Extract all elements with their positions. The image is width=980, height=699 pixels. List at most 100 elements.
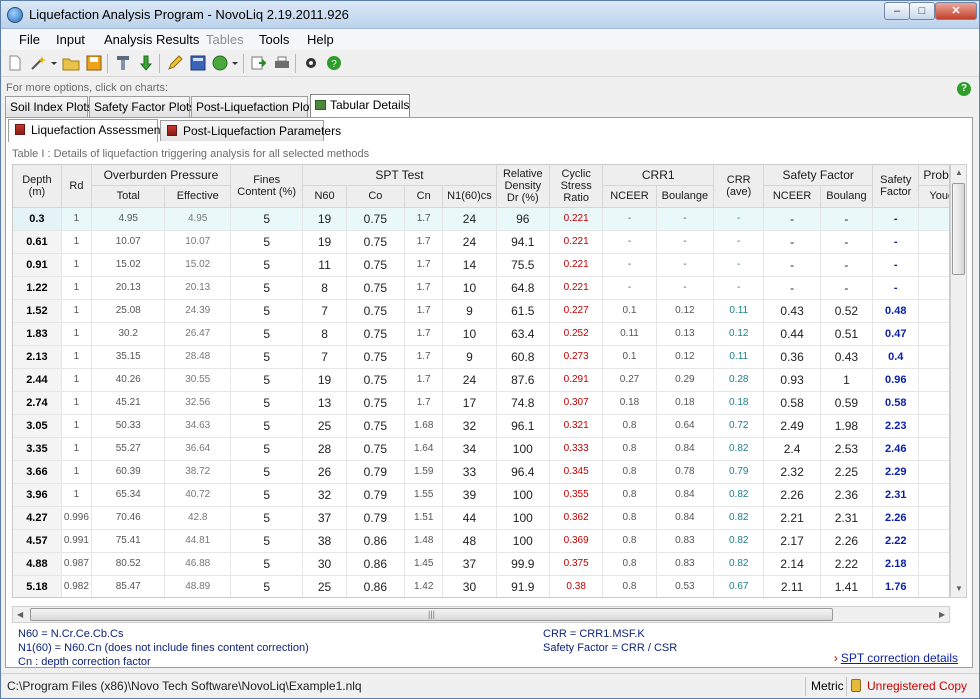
cell-crr1-ncer[interactable]: - bbox=[602, 253, 657, 277]
cell-rd[interactable]: 1 bbox=[61, 253, 93, 277]
minimize-button[interactable]: – bbox=[884, 2, 910, 20]
header-youd[interactable]: Youd bbox=[918, 185, 949, 208]
cell-crr-ave[interactable]: 0.82 bbox=[713, 529, 765, 553]
cell-crr1-ncer[interactable]: 0.8 bbox=[602, 506, 657, 530]
cell-youd[interactable] bbox=[918, 276, 949, 300]
vertical-scroll-thumb[interactable] bbox=[952, 183, 965, 275]
cell-youd[interactable] bbox=[918, 253, 949, 277]
cell-csr[interactable]: 0.362 bbox=[549, 506, 604, 530]
cell-youd[interactable]: 5 bbox=[918, 299, 949, 323]
cell-sf-ncer[interactable]: 2.11 bbox=[763, 575, 821, 597]
cell-crr1-boulanger[interactable]: - bbox=[656, 230, 715, 254]
cell-n60[interactable]: 19 bbox=[302, 368, 347, 392]
cell-cn[interactable]: 1.64 bbox=[404, 437, 444, 461]
cell-crr1-ncer[interactable]: 0.8 bbox=[602, 437, 657, 461]
cell-sf-boulanger[interactable]: 2.25 bbox=[820, 460, 874, 484]
header-depth[interactable]: Depth (m) bbox=[13, 165, 62, 208]
scroll-up-arrow-icon[interactable]: ▲ bbox=[955, 168, 963, 178]
cell-sf-ncer[interactable]: - bbox=[763, 230, 821, 254]
cell-sf-ncer[interactable]: 2.49 bbox=[763, 414, 821, 438]
cell-csr[interactable]: 0.221 bbox=[549, 276, 604, 300]
cell-dr[interactable]: 100 bbox=[496, 506, 550, 530]
cell-rd[interactable]: 1 bbox=[61, 414, 93, 438]
cell-n160cs[interactable]: 34 bbox=[442, 437, 497, 461]
cell-safety-factor[interactable]: 2.23 bbox=[872, 414, 920, 438]
cell-n60[interactable]: 13 bbox=[302, 391, 347, 415]
cell-csr[interactable]: 0.345 bbox=[549, 460, 604, 484]
table-row[interactable]: 0.3 1 4.95 4.95 5 19 0.75 1.7 24 96 0.221- - - - - - bbox=[13, 207, 949, 231]
cell-sf-boulanger[interactable]: - bbox=[820, 230, 874, 254]
cell-depth[interactable]: 2.13 bbox=[13, 345, 62, 369]
cell-sf-boulanger[interactable]: 0.52 bbox=[820, 299, 874, 323]
cell-crr1-boulanger[interactable]: 0.78 bbox=[656, 460, 715, 484]
cell-effective[interactable]: 38.72 bbox=[164, 460, 231, 484]
table-row[interactable]: 3.35 1 55.27 36.64 5 28 0.75 1.64 34 100 0.333 0.8 0… bbox=[13, 437, 949, 461]
cell-fines[interactable]: 5 bbox=[230, 368, 304, 392]
cell-total[interactable]: 45.21 bbox=[91, 391, 166, 415]
table-row[interactable]: 5.18 0.982 85.47 48.89 5 25 0.86 1.42 30 91.9 0.38… bbox=[13, 575, 949, 597]
cell-safety-factor[interactable]: - bbox=[872, 276, 920, 300]
cell-crr1-ncer[interactable]: 0.8 bbox=[602, 552, 657, 576]
calculator-icon[interactable] bbox=[189, 54, 207, 72]
header-effective[interactable]: Effective bbox=[164, 185, 231, 208]
cell-co[interactable]: 0.75 bbox=[346, 322, 406, 346]
cell-total[interactable]: 60.39 bbox=[91, 460, 166, 484]
cell-effective[interactable]: 34.63 bbox=[164, 414, 231, 438]
menu-file[interactable]: File bbox=[19, 32, 40, 47]
cell-total[interactable]: 85.47 bbox=[91, 575, 166, 597]
tab-safety-factor-plots[interactable]: Safety Factor Plots bbox=[89, 96, 195, 117]
cell-n160cs[interactable]: 32 bbox=[442, 414, 497, 438]
cell-rd[interactable]: 1 bbox=[61, 345, 93, 369]
table-row[interactable]: 0.61 1 10.07 10.07 5 19 0.75 1.7 24 94.1 0.221- - - -… bbox=[13, 230, 949, 254]
header-relative-density[interactable]: Relative Density Dr (%) bbox=[496, 165, 550, 208]
cell-crr-ave[interactable]: 0.79 bbox=[713, 460, 765, 484]
cell-csr[interactable]: 0.273 bbox=[549, 345, 604, 369]
cell-co[interactable]: 0.75 bbox=[346, 207, 406, 231]
cell-fines[interactable]: 5 bbox=[230, 207, 304, 231]
cell-crr1-ncer[interactable]: 0.8 bbox=[602, 414, 657, 438]
cell-youd[interactable] bbox=[918, 506, 949, 530]
cell-fines[interactable]: 5 bbox=[230, 391, 304, 415]
maximize-button[interactable]: □ bbox=[909, 2, 935, 20]
cell-sf-ncer[interactable]: 0.58 bbox=[763, 391, 821, 415]
cell-depth[interactable]: 0.91 bbox=[13, 253, 62, 277]
cell-youd[interactable]: 1 bbox=[918, 483, 949, 507]
cell-fines[interactable]: 5 bbox=[230, 575, 304, 597]
cell-cn[interactable]: 1.45 bbox=[404, 552, 444, 576]
cell-crr1-boulanger[interactable]: 0.84 bbox=[656, 506, 715, 530]
cell-n160cs[interactable]: 33 bbox=[442, 460, 497, 484]
cell-rd[interactable]: 0.996 bbox=[61, 506, 93, 530]
cell-safety-factor[interactable]: 0.96 bbox=[872, 368, 920, 392]
cell-safety-factor[interactable]: 0.58 bbox=[872, 391, 920, 415]
help-icon[interactable]: ? bbox=[325, 54, 343, 72]
cell-sf-ncer[interactable]: - bbox=[763, 253, 821, 277]
cell-effective[interactable]: 20.13 bbox=[164, 276, 231, 300]
cell-co[interactable]: 0.75 bbox=[346, 368, 406, 392]
header-crr-ave[interactable]: CRR (ave) bbox=[713, 165, 765, 208]
cell-cn[interactable]: 1.7 bbox=[404, 299, 444, 323]
cell-rd[interactable]: 1 bbox=[61, 391, 93, 415]
cell-co[interactable]: 0.75 bbox=[346, 391, 406, 415]
globe-icon[interactable] bbox=[211, 54, 241, 72]
cell-effective[interactable]: 26.47 bbox=[164, 322, 231, 346]
save-icon[interactable] bbox=[85, 54, 103, 72]
cell-n160cs[interactable]: 17 bbox=[442, 391, 497, 415]
cell-n60[interactable]: 38 bbox=[302, 529, 347, 553]
cell-fines[interactable]: 5 bbox=[230, 460, 304, 484]
header-total[interactable]: Total bbox=[91, 185, 166, 208]
header-rd[interactable]: Rd bbox=[61, 165, 93, 208]
cell-total[interactable]: 25.08 bbox=[91, 299, 166, 323]
cell-total[interactable]: 65.34 bbox=[91, 483, 166, 507]
cell-crr1-ncer[interactable]: 0.27 bbox=[602, 368, 657, 392]
cell-fines[interactable]: 5 bbox=[230, 529, 304, 553]
cell-fines[interactable]: 5 bbox=[230, 345, 304, 369]
new-file-icon[interactable] bbox=[6, 54, 24, 72]
cell-crr1-ncer[interactable]: 0.8 bbox=[602, 460, 657, 484]
cell-co[interactable]: 0.75 bbox=[346, 345, 406, 369]
cell-crr-ave[interactable]: - bbox=[713, 253, 765, 277]
header-fines-content[interactable]: Fines Content (%) bbox=[230, 165, 304, 208]
cell-youd[interactable] bbox=[918, 230, 949, 254]
cell-depth[interactable]: 4.27 bbox=[13, 506, 62, 530]
cell-sf-ncer[interactable]: 2.21 bbox=[763, 506, 821, 530]
cell-crr-ave[interactable]: 0.82 bbox=[713, 506, 765, 530]
